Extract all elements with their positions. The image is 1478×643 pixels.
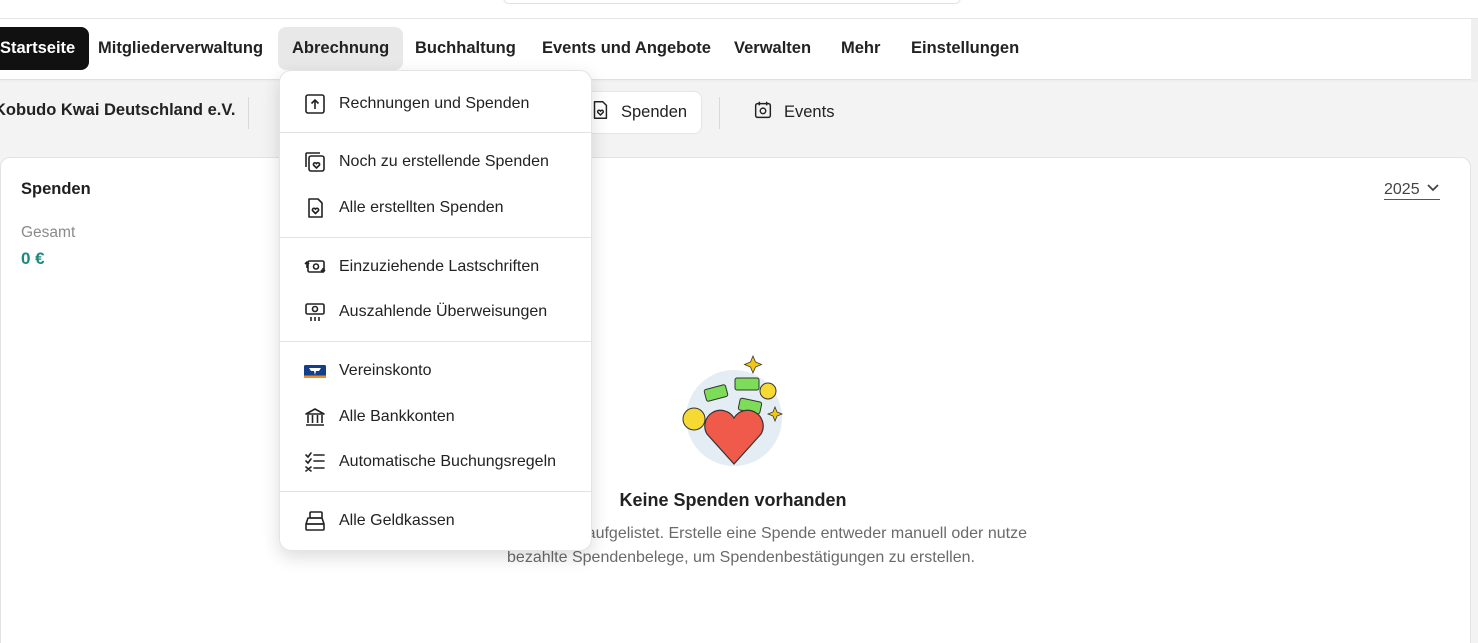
nav-startseite[interactable]: Startseite: [0, 27, 90, 70]
money-out-icon: [303, 300, 327, 324]
upload-document-icon: [303, 92, 327, 116]
menu-item-label: Vereinskonto: [339, 362, 432, 379]
nav-mitgliederverwaltung[interactable]: Mitgliederverwaltung: [84, 27, 277, 70]
menu-item-vereinskonto[interactable]: Vereinskonto: [280, 351, 591, 391]
empty-state-illustration: [677, 354, 787, 469]
year-select[interactable]: 2025: [1384, 180, 1440, 200]
nav-buchhaltung[interactable]: Buchhaltung: [401, 27, 530, 70]
chevron-down-icon: [1426, 180, 1440, 199]
abrechnung-dropdown-menu: Rechnungen und Spenden Noch zu erstellen…: [279, 70, 592, 551]
divider: [719, 97, 720, 129]
menu-item-auszahlende-ueberweisungen[interactable]: Auszahlende Überweisungen: [280, 292, 591, 332]
total-value: 0 €: [21, 249, 45, 268]
sub-navbar: Kobudo Kwai Deutschland e.V. Spenden Eve…: [0, 81, 1478, 143]
menu-item-alle-geldkassen[interactable]: Alle Geldkassen: [280, 501, 591, 541]
subtab-spenden-label: Spenden: [621, 103, 688, 121]
menu-item-automatische-buchungsregeln[interactable]: Automatische Buchungsregeln: [280, 442, 591, 482]
bank-building-icon: [303, 405, 327, 429]
menu-item-rechnungen-und-spenden[interactable]: Rechnungen und Spenden: [280, 84, 591, 124]
scrollbar[interactable]: [1471, 19, 1478, 80]
search-bar-edge[interactable]: [503, 0, 961, 4]
menu-item-label: Noch zu erstellende Spenden: [339, 153, 549, 170]
nav-abrechnung[interactable]: Abrechnung: [278, 27, 404, 70]
main-navbar: Startseite Mitgliederverwaltung Abrechnu…: [0, 19, 1478, 80]
menu-item-alle-bankkonten[interactable]: Alle Bankkonten: [280, 397, 591, 437]
top-strip: [0, 0, 1478, 19]
year-value: 2025: [1384, 180, 1420, 198]
menu-separator: [280, 491, 591, 492]
menu-separator: [280, 341, 591, 342]
panel-title: Spenden: [21, 180, 91, 198]
divider: [248, 97, 249, 129]
menu-item-einzuziehende-lastschriften[interactable]: Einzuziehende Lastschriften: [280, 247, 591, 287]
menu-separator: [280, 237, 591, 238]
menu-item-noch-zu-erstellende-spenden[interactable]: Noch zu erstellende Spenden: [280, 142, 591, 182]
menu-item-label: Automatische Buchungsregeln: [339, 453, 557, 470]
menu-item-alle-erstellten-spenden[interactable]: Alle erstellten Spenden: [280, 188, 591, 228]
donations-panel: Spenden Gesamt 0 € 2025 Keine Spenden vo…: [0, 157, 1471, 643]
heart-document-icon: [303, 196, 327, 220]
menu-item-label: Rechnungen und Spenden: [339, 95, 530, 112]
subtab-spenden[interactable]: Spenden: [574, 91, 703, 134]
menu-item-label: Alle Bankkonten: [339, 408, 455, 425]
calendar-icon: [752, 99, 774, 126]
empty-state-title: Keine Spenden vorhanden: [619, 490, 847, 510]
money-exchange-icon: [303, 255, 327, 279]
menu-item-label: Einzuziehende Lastschriften: [339, 258, 540, 275]
nav-verwalten[interactable]: Verwalten: [720, 27, 825, 70]
nav-einstellungen[interactable]: Einstellungen: [897, 27, 1033, 70]
menu-item-label: Alle erstellten Spenden: [339, 199, 504, 216]
organization-name[interactable]: Kobudo Kwai Deutschland e.V.: [0, 101, 235, 120]
subtab-events[interactable]: Events: [738, 91, 848, 134]
menu-item-label: Alle Geldkassen: [339, 512, 455, 529]
cash-register-icon: [303, 509, 327, 533]
total-label: Gesamt: [21, 224, 76, 241]
subtab-events-label: Events: [784, 103, 835, 121]
bank-logo-icon: [303, 359, 327, 383]
checklist-icon: [303, 450, 327, 474]
menu-item-label: Auszahlende Überweisungen: [339, 303, 548, 320]
heart-document-icon: [589, 99, 611, 126]
nav-mehr[interactable]: Mehr: [827, 27, 894, 70]
heart-stack-icon: [303, 150, 327, 174]
nav-events-und-angebote[interactable]: Events und Angebote: [528, 27, 725, 70]
menu-separator: [280, 132, 591, 133]
